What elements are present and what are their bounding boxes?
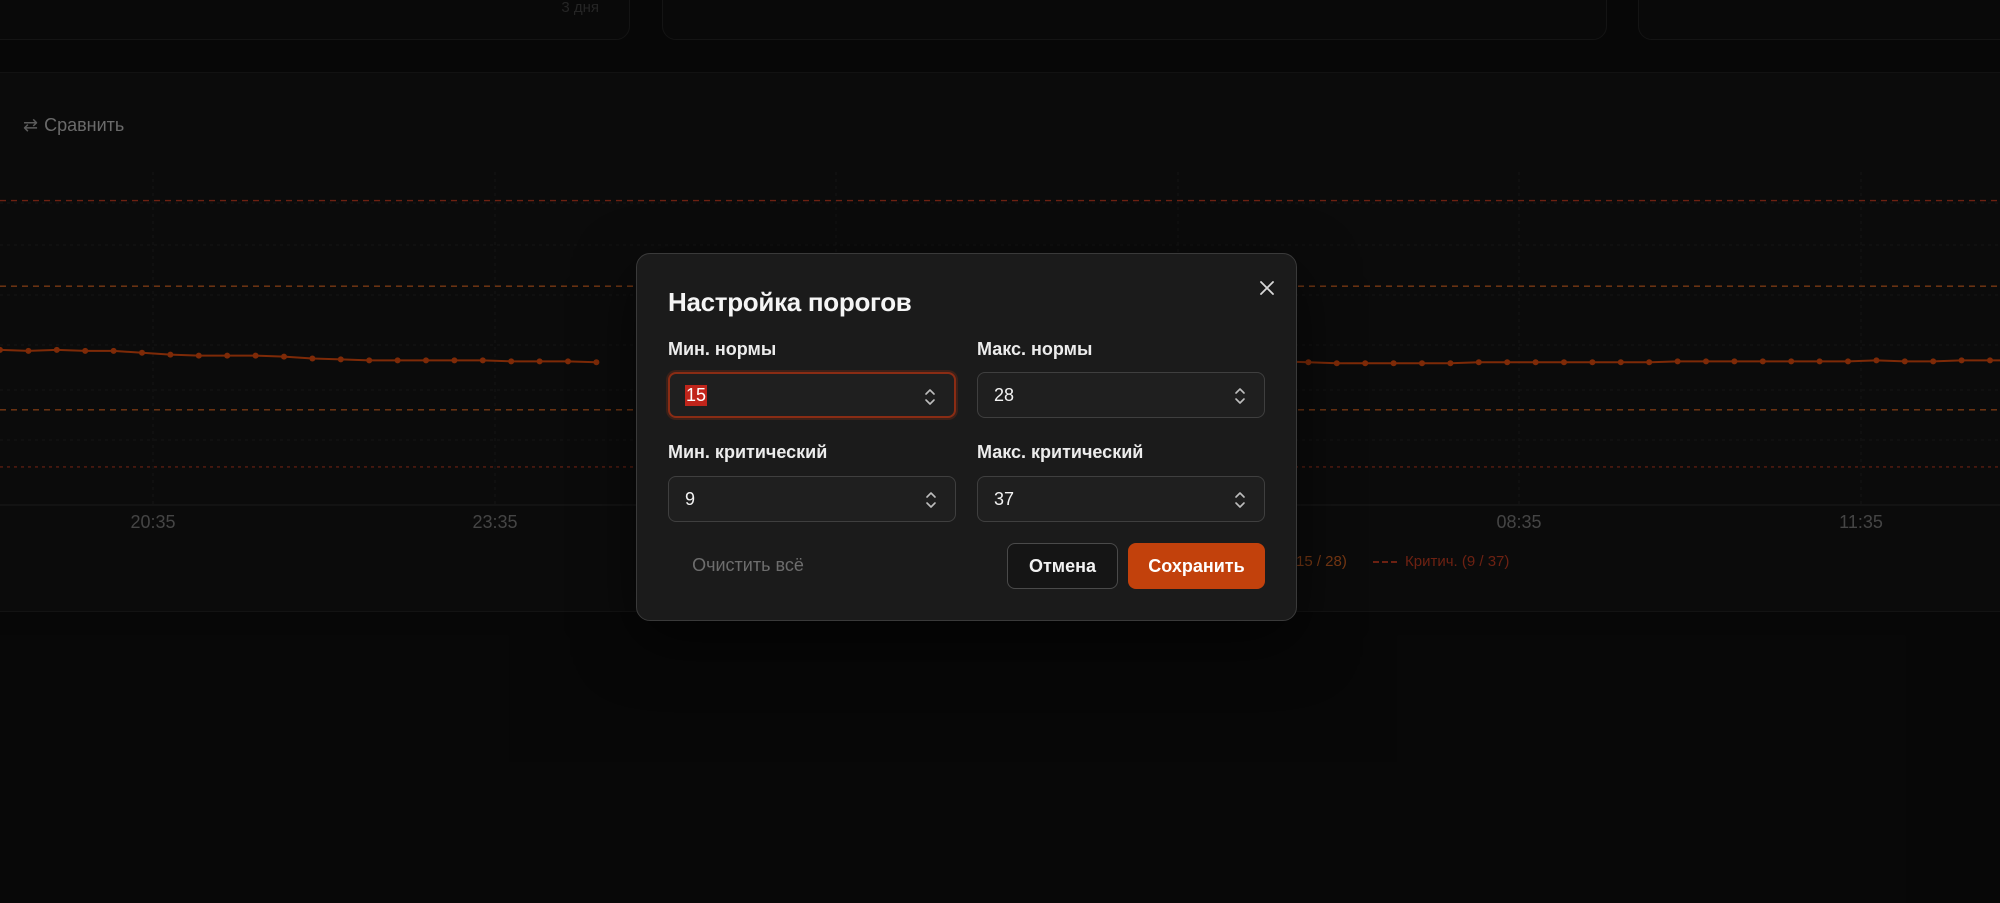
min-norm-input[interactable]: 15 (668, 372, 956, 418)
min-critical-value: 9 (685, 488, 696, 509)
min-critical-input[interactable]: 9 (668, 476, 956, 522)
max-critical-input[interactable]: 37 (977, 476, 1265, 522)
max-critical-label: Макс. критический (977, 442, 1144, 462)
thresholds-dialog: Настройка порогов Мин. нормы 15 Макс. но… (636, 253, 1297, 621)
clear-all-button[interactable]: Очистить всё (668, 542, 828, 588)
cancel-button[interactable]: Отмена (1007, 543, 1118, 589)
close-button[interactable] (1253, 274, 1281, 302)
chevron-up-down-icon[interactable] (924, 386, 936, 408)
chevron-up-down-icon[interactable] (925, 489, 937, 511)
close-icon (1260, 281, 1274, 295)
min-norm-value: 15 (685, 384, 708, 406)
dialog-title: Настройка порогов (668, 287, 912, 317)
max-norm-value: 28 (994, 384, 1015, 405)
min-critical-label: Мин. критический (668, 442, 828, 462)
max-norm-label: Макс. нормы (977, 339, 1093, 359)
max-norm-input[interactable]: 28 (977, 372, 1265, 418)
min-norm-label: Мин. нормы (668, 339, 777, 359)
save-button[interactable]: Сохранить (1128, 543, 1265, 589)
chevron-up-down-icon[interactable] (1234, 385, 1246, 407)
max-critical-value: 37 (994, 488, 1015, 509)
chevron-up-down-icon[interactable] (1234, 489, 1246, 511)
